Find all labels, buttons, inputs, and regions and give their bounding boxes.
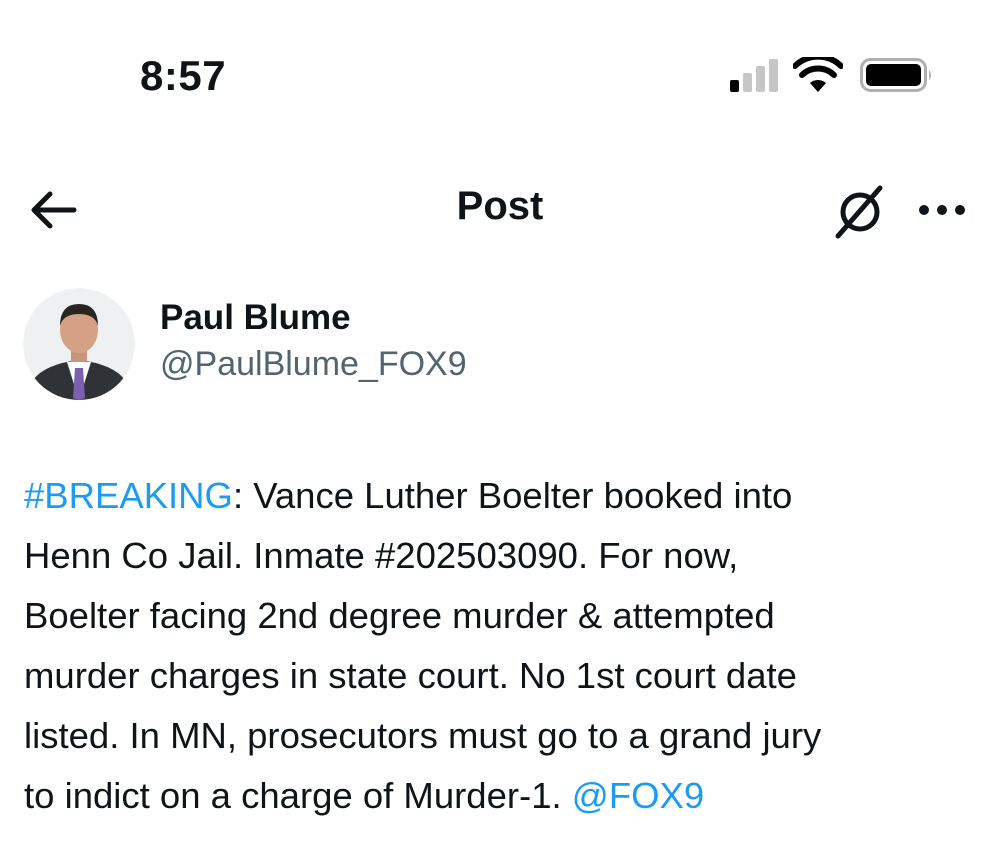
wifi-icon [793,57,843,92]
author-name[interactable]: Paul Blume [160,298,351,338]
battery-icon [860,58,931,92]
top-nav: Post [0,170,1000,250]
more-options-icon[interactable] [912,192,972,228]
mention-link[interactable]: @FOX9 [572,775,704,816]
post-line: Boelter facing 2nd degree murder & attem… [24,595,775,636]
grok-icon[interactable] [832,184,888,240]
post-line: Henn Co Jail. Inmate #202503090. For now… [24,535,739,576]
author-handle[interactable]: @PaulBlume_FOX9 [160,345,467,384]
cellular-signal-icon [730,59,778,92]
avatar[interactable] [23,288,135,400]
status-bar: 8:57 [0,0,1000,150]
status-time: 8:57 [140,52,227,99]
post-text-segment: : Vance Luther Boelter booked into [232,475,793,516]
post-text-segment: to indict on a charge of Murder-1. [24,775,572,816]
post-text: #BREAKING: Vance Luther Boelter booked i… [24,466,994,826]
post-line: #BREAKING: Vance Luther Boelter booked i… [24,466,994,526]
hashtag-link[interactable]: #BREAKING [24,475,233,516]
post-line: to indict on a charge of Murder-1. @FOX9 [24,766,994,826]
post-line: listed. In MN, prosecutors must go to a … [24,715,822,756]
post-line: murder charges in state court. No 1st co… [24,655,797,696]
